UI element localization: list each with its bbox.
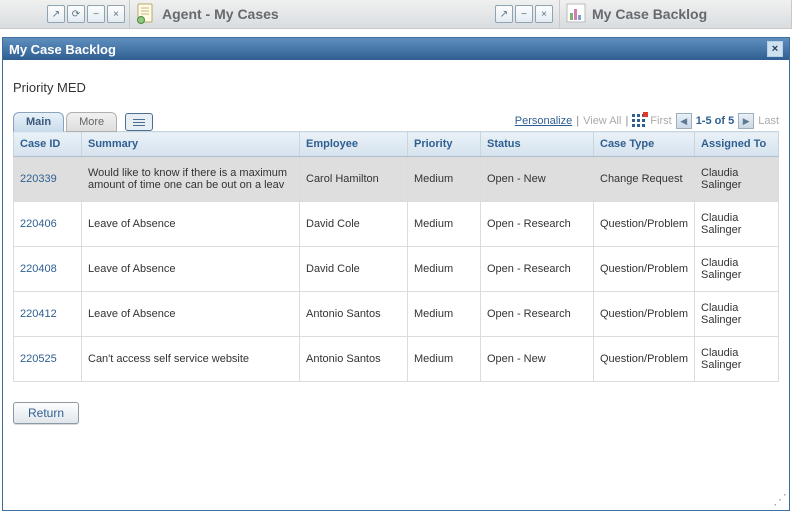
cell-employee: Antonio Santos: [300, 292, 408, 337]
table-row[interactable]: 220412 Leave of Absence Antonio Santos M…: [14, 292, 779, 337]
grid-tabs: Main More: [13, 111, 153, 131]
cell-summary: Would like to know if there is a maximum…: [82, 157, 300, 202]
col-assigned-to[interactable]: Assigned To: [695, 132, 779, 157]
grid-toolbar: Main More Personalize | View All | First…: [13, 111, 779, 131]
cell-status: Open - Research: [481, 202, 594, 247]
cell-status: Open - Research: [481, 292, 594, 337]
cell-case-id[interactable]: 220406: [14, 202, 82, 247]
cell-priority: Medium: [408, 292, 481, 337]
cell-case-type: Question/Problem: [594, 292, 695, 337]
header-segment-agent: Agent - My Cases ↗ − ×: [130, 0, 560, 28]
minimize-icon[interactable]: −: [515, 5, 533, 23]
priority-subtitle: Priority MED: [13, 80, 779, 95]
cell-case-type: Question/Problem: [594, 202, 695, 247]
show-all-columns-icon[interactable]: [125, 113, 153, 131]
col-priority[interactable]: Priority: [408, 132, 481, 157]
expand-icon[interactable]: ↗: [47, 5, 65, 23]
cell-assigned-to: Claudia Salinger: [695, 292, 779, 337]
header-segment-left: ↗ ⟳ − ×: [0, 0, 130, 28]
cases-table: Case ID Summary Employee Priority Status…: [13, 131, 779, 382]
resize-grip-icon: ⋰: [773, 494, 787, 508]
cell-summary: Can't access self service website: [82, 337, 300, 382]
refresh-icon[interactable]: ⟳: [67, 5, 85, 23]
cell-employee: Antonio Santos: [300, 337, 408, 382]
tab-more[interactable]: More: [66, 112, 117, 132]
cell-case-id[interactable]: 220408: [14, 247, 82, 292]
pagelet-title-text: My Case Backlog: [9, 42, 116, 57]
nav-prev-icon[interactable]: ◀: [676, 113, 692, 129]
cell-summary: Leave of Absence: [82, 292, 300, 337]
cell-priority: Medium: [408, 157, 481, 202]
nav-last: Last: [758, 115, 779, 127]
col-summary[interactable]: Summary: [82, 132, 300, 157]
cell-case-id[interactable]: 220525: [14, 337, 82, 382]
personalize-link[interactable]: Personalize: [515, 115, 572, 127]
cell-employee: Carol Hamilton: [300, 157, 408, 202]
pagelet-my-case-backlog: My Case Backlog × Priority MED Main More…: [2, 37, 790, 511]
cell-case-id[interactable]: 220339: [14, 157, 82, 202]
workspace-header: ↗ ⟳ − × Agent - My Cases ↗ − × My Case B…: [0, 0, 792, 29]
cell-priority: Medium: [408, 202, 481, 247]
agent-cases-icon: [136, 3, 156, 25]
col-case-type[interactable]: Case Type: [594, 132, 695, 157]
cell-case-id[interactable]: 220412: [14, 292, 82, 337]
backlog-chart-icon: [566, 3, 586, 25]
download-grid-icon[interactable]: [632, 114, 646, 128]
view-all-link: View All: [583, 115, 621, 127]
cell-case-type: Question/Problem: [594, 247, 695, 292]
return-button[interactable]: Return: [13, 402, 79, 424]
minimize-icon[interactable]: −: [87, 5, 105, 23]
pagelet-body: Priority MED Main More Personalize | Vie…: [3, 60, 789, 510]
close-icon[interactable]: ×: [107, 5, 125, 23]
tab-main[interactable]: Main: [13, 112, 64, 132]
header-title-agent: Agent - My Cases: [162, 6, 495, 22]
cell-assigned-to: Claudia Salinger: [695, 337, 779, 382]
expand-icon[interactable]: ↗: [495, 5, 513, 23]
cell-summary: Leave of Absence: [82, 247, 300, 292]
col-status[interactable]: Status: [481, 132, 594, 157]
table-row[interactable]: 220406 Leave of Absence David Cole Mediu…: [14, 202, 779, 247]
grid-nav: Personalize | View All | First ◀ 1-5 of …: [515, 113, 779, 129]
separator: |: [576, 115, 579, 127]
cell-assigned-to: Claudia Salinger: [695, 202, 779, 247]
cell-case-type: Question/Problem: [594, 337, 695, 382]
header-window-controls: ↗ ⟳ − ×: [47, 5, 125, 23]
table-row[interactable]: 220525 Can't access self service website…: [14, 337, 779, 382]
header-window-controls: ↗ − ×: [495, 5, 553, 23]
cell-priority: Medium: [408, 337, 481, 382]
col-case-id[interactable]: Case ID: [14, 132, 82, 157]
col-employee[interactable]: Employee: [300, 132, 408, 157]
table-row[interactable]: 220339 Would like to know if there is a …: [14, 157, 779, 202]
cell-priority: Medium: [408, 247, 481, 292]
cell-assigned-to: Claudia Salinger: [695, 247, 779, 292]
nav-range: 1-5 of 5: [696, 115, 735, 127]
header-title-backlog: My Case Backlog: [592, 6, 785, 22]
nav-next-icon[interactable]: ▶: [738, 113, 754, 129]
table-row[interactable]: 220408 Leave of Absence David Cole Mediu…: [14, 247, 779, 292]
cell-employee: David Cole: [300, 247, 408, 292]
close-icon[interactable]: ×: [535, 5, 553, 23]
header-segment-backlog: My Case Backlog: [560, 0, 792, 28]
table-header-row: Case ID Summary Employee Priority Status…: [14, 132, 779, 157]
cell-status: Open - New: [481, 337, 594, 382]
separator: |: [625, 115, 628, 127]
cell-employee: David Cole: [300, 202, 408, 247]
cell-status: Open - Research: [481, 247, 594, 292]
close-icon[interactable]: ×: [767, 41, 783, 57]
nav-first: First: [650, 115, 671, 127]
cell-summary: Leave of Absence: [82, 202, 300, 247]
cell-assigned-to: Claudia Salinger: [695, 157, 779, 202]
cell-case-type: Change Request: [594, 157, 695, 202]
cell-status: Open - New: [481, 157, 594, 202]
pagelet-title-bar: My Case Backlog ×: [3, 38, 789, 60]
